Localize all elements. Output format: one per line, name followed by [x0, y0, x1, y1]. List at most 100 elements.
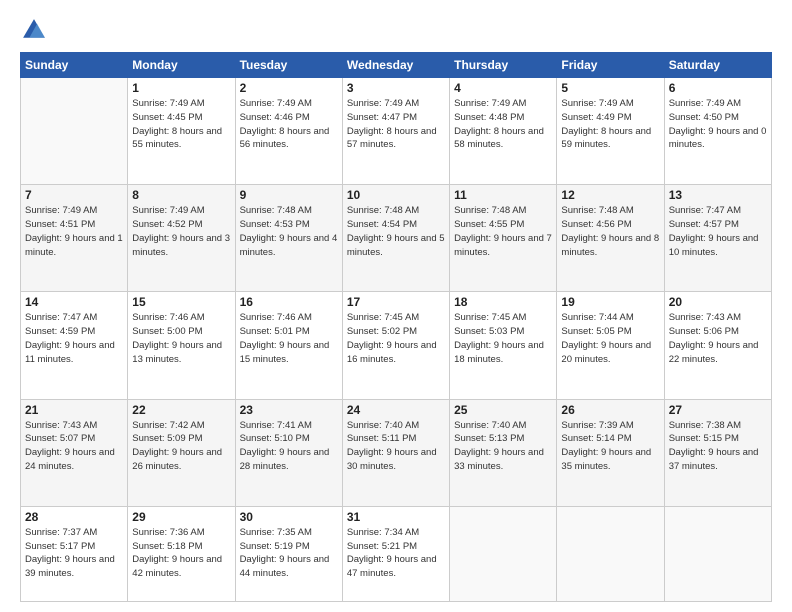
- day-cell: 19 Sunrise: 7:44 AM Sunset: 5:05 PM Dayl…: [557, 292, 664, 399]
- header-cell-monday: Monday: [128, 53, 235, 78]
- day-cell: 24 Sunrise: 7:40 AM Sunset: 5:11 PM Dayl…: [342, 399, 449, 506]
- day-number: 8: [132, 188, 230, 202]
- header-cell-friday: Friday: [557, 53, 664, 78]
- day-info: Sunrise: 7:48 AM Sunset: 4:56 PM Dayligh…: [561, 204, 659, 259]
- day-number: 11: [454, 188, 552, 202]
- day-cell: 5 Sunrise: 7:49 AM Sunset: 4:49 PM Dayli…: [557, 78, 664, 185]
- logo-icon: [20, 16, 48, 44]
- day-info: Sunrise: 7:37 AM Sunset: 5:17 PM Dayligh…: [25, 526, 123, 581]
- page: SundayMondayTuesdayWednesdayThursdayFrid…: [0, 0, 792, 612]
- day-info: Sunrise: 7:43 AM Sunset: 5:07 PM Dayligh…: [25, 419, 123, 474]
- header-cell-sunday: Sunday: [21, 53, 128, 78]
- day-info: Sunrise: 7:34 AM Sunset: 5:21 PM Dayligh…: [347, 526, 445, 581]
- day-info: Sunrise: 7:46 AM Sunset: 5:00 PM Dayligh…: [132, 311, 230, 366]
- day-cell: 12 Sunrise: 7:48 AM Sunset: 4:56 PM Dayl…: [557, 185, 664, 292]
- day-number: 18: [454, 295, 552, 309]
- day-number: 7: [25, 188, 123, 202]
- week-row-1: 1 Sunrise: 7:49 AM Sunset: 4:45 PM Dayli…: [21, 78, 772, 185]
- day-cell: 22 Sunrise: 7:42 AM Sunset: 5:09 PM Dayl…: [128, 399, 235, 506]
- header-row: SundayMondayTuesdayWednesdayThursdayFrid…: [21, 53, 772, 78]
- day-number: 16: [240, 295, 338, 309]
- day-number: 23: [240, 403, 338, 417]
- day-cell: 25 Sunrise: 7:40 AM Sunset: 5:13 PM Dayl…: [450, 399, 557, 506]
- day-info: Sunrise: 7:40 AM Sunset: 5:11 PM Dayligh…: [347, 419, 445, 474]
- day-info: Sunrise: 7:47 AM Sunset: 4:57 PM Dayligh…: [669, 204, 767, 259]
- day-number: 20: [669, 295, 767, 309]
- day-cell: 1 Sunrise: 7:49 AM Sunset: 4:45 PM Dayli…: [128, 78, 235, 185]
- header-cell-tuesday: Tuesday: [235, 53, 342, 78]
- day-info: Sunrise: 7:48 AM Sunset: 4:54 PM Dayligh…: [347, 204, 445, 259]
- day-number: 21: [25, 403, 123, 417]
- day-number: 17: [347, 295, 445, 309]
- day-number: 2: [240, 81, 338, 95]
- day-info: Sunrise: 7:39 AM Sunset: 5:14 PM Dayligh…: [561, 419, 659, 474]
- week-row-2: 7 Sunrise: 7:49 AM Sunset: 4:51 PM Dayli…: [21, 185, 772, 292]
- day-cell: [21, 78, 128, 185]
- day-cell: 2 Sunrise: 7:49 AM Sunset: 4:46 PM Dayli…: [235, 78, 342, 185]
- day-cell: 15 Sunrise: 7:46 AM Sunset: 5:00 PM Dayl…: [128, 292, 235, 399]
- day-cell: 9 Sunrise: 7:48 AM Sunset: 4:53 PM Dayli…: [235, 185, 342, 292]
- day-number: 15: [132, 295, 230, 309]
- day-info: Sunrise: 7:45 AM Sunset: 5:03 PM Dayligh…: [454, 311, 552, 366]
- day-cell: 31 Sunrise: 7:34 AM Sunset: 5:21 PM Dayl…: [342, 506, 449, 601]
- day-cell: 4 Sunrise: 7:49 AM Sunset: 4:48 PM Dayli…: [450, 78, 557, 185]
- day-info: Sunrise: 7:35 AM Sunset: 5:19 PM Dayligh…: [240, 526, 338, 581]
- week-row-3: 14 Sunrise: 7:47 AM Sunset: 4:59 PM Dayl…: [21, 292, 772, 399]
- day-cell: 21 Sunrise: 7:43 AM Sunset: 5:07 PM Dayl…: [21, 399, 128, 506]
- day-info: Sunrise: 7:49 AM Sunset: 4:49 PM Dayligh…: [561, 97, 659, 152]
- calendar-table: SundayMondayTuesdayWednesdayThursdayFrid…: [20, 52, 772, 602]
- header-cell-thursday: Thursday: [450, 53, 557, 78]
- day-info: Sunrise: 7:41 AM Sunset: 5:10 PM Dayligh…: [240, 419, 338, 474]
- day-info: Sunrise: 7:40 AM Sunset: 5:13 PM Dayligh…: [454, 419, 552, 474]
- day-info: Sunrise: 7:49 AM Sunset: 4:47 PM Dayligh…: [347, 97, 445, 152]
- day-info: Sunrise: 7:36 AM Sunset: 5:18 PM Dayligh…: [132, 526, 230, 581]
- day-number: 4: [454, 81, 552, 95]
- day-cell: 26 Sunrise: 7:39 AM Sunset: 5:14 PM Dayl…: [557, 399, 664, 506]
- day-number: 1: [132, 81, 230, 95]
- day-info: Sunrise: 7:45 AM Sunset: 5:02 PM Dayligh…: [347, 311, 445, 366]
- day-cell: 23 Sunrise: 7:41 AM Sunset: 5:10 PM Dayl…: [235, 399, 342, 506]
- day-cell: 14 Sunrise: 7:47 AM Sunset: 4:59 PM Dayl…: [21, 292, 128, 399]
- header-cell-wednesday: Wednesday: [342, 53, 449, 78]
- day-info: Sunrise: 7:46 AM Sunset: 5:01 PM Dayligh…: [240, 311, 338, 366]
- day-number: 29: [132, 510, 230, 524]
- header: [20, 16, 772, 44]
- day-info: Sunrise: 7:47 AM Sunset: 4:59 PM Dayligh…: [25, 311, 123, 366]
- day-number: 12: [561, 188, 659, 202]
- day-info: Sunrise: 7:49 AM Sunset: 4:48 PM Dayligh…: [454, 97, 552, 152]
- day-number: 10: [347, 188, 445, 202]
- day-number: 26: [561, 403, 659, 417]
- day-info: Sunrise: 7:38 AM Sunset: 5:15 PM Dayligh…: [669, 419, 767, 474]
- day-number: 22: [132, 403, 230, 417]
- day-info: Sunrise: 7:43 AM Sunset: 5:06 PM Dayligh…: [669, 311, 767, 366]
- day-number: 19: [561, 295, 659, 309]
- header-cell-saturday: Saturday: [664, 53, 771, 78]
- day-cell: [664, 506, 771, 601]
- day-number: 30: [240, 510, 338, 524]
- day-info: Sunrise: 7:42 AM Sunset: 5:09 PM Dayligh…: [132, 419, 230, 474]
- day-cell: 17 Sunrise: 7:45 AM Sunset: 5:02 PM Dayl…: [342, 292, 449, 399]
- day-number: 25: [454, 403, 552, 417]
- day-info: Sunrise: 7:44 AM Sunset: 5:05 PM Dayligh…: [561, 311, 659, 366]
- day-number: 14: [25, 295, 123, 309]
- day-cell: 20 Sunrise: 7:43 AM Sunset: 5:06 PM Dayl…: [664, 292, 771, 399]
- day-number: 13: [669, 188, 767, 202]
- day-cell: 6 Sunrise: 7:49 AM Sunset: 4:50 PM Dayli…: [664, 78, 771, 185]
- day-number: 28: [25, 510, 123, 524]
- day-number: 27: [669, 403, 767, 417]
- day-number: 3: [347, 81, 445, 95]
- day-cell: 27 Sunrise: 7:38 AM Sunset: 5:15 PM Dayl…: [664, 399, 771, 506]
- week-row-5: 28 Sunrise: 7:37 AM Sunset: 5:17 PM Dayl…: [21, 506, 772, 601]
- day-cell: [450, 506, 557, 601]
- day-info: Sunrise: 7:49 AM Sunset: 4:46 PM Dayligh…: [240, 97, 338, 152]
- day-cell: 28 Sunrise: 7:37 AM Sunset: 5:17 PM Dayl…: [21, 506, 128, 601]
- day-cell: 16 Sunrise: 7:46 AM Sunset: 5:01 PM Dayl…: [235, 292, 342, 399]
- week-row-4: 21 Sunrise: 7:43 AM Sunset: 5:07 PM Dayl…: [21, 399, 772, 506]
- day-info: Sunrise: 7:48 AM Sunset: 4:55 PM Dayligh…: [454, 204, 552, 259]
- day-cell: 29 Sunrise: 7:36 AM Sunset: 5:18 PM Dayl…: [128, 506, 235, 601]
- day-number: 6: [669, 81, 767, 95]
- day-info: Sunrise: 7:49 AM Sunset: 4:52 PM Dayligh…: [132, 204, 230, 259]
- day-info: Sunrise: 7:49 AM Sunset: 4:45 PM Dayligh…: [132, 97, 230, 152]
- day-info: Sunrise: 7:49 AM Sunset: 4:51 PM Dayligh…: [25, 204, 123, 259]
- day-cell: 7 Sunrise: 7:49 AM Sunset: 4:51 PM Dayli…: [21, 185, 128, 292]
